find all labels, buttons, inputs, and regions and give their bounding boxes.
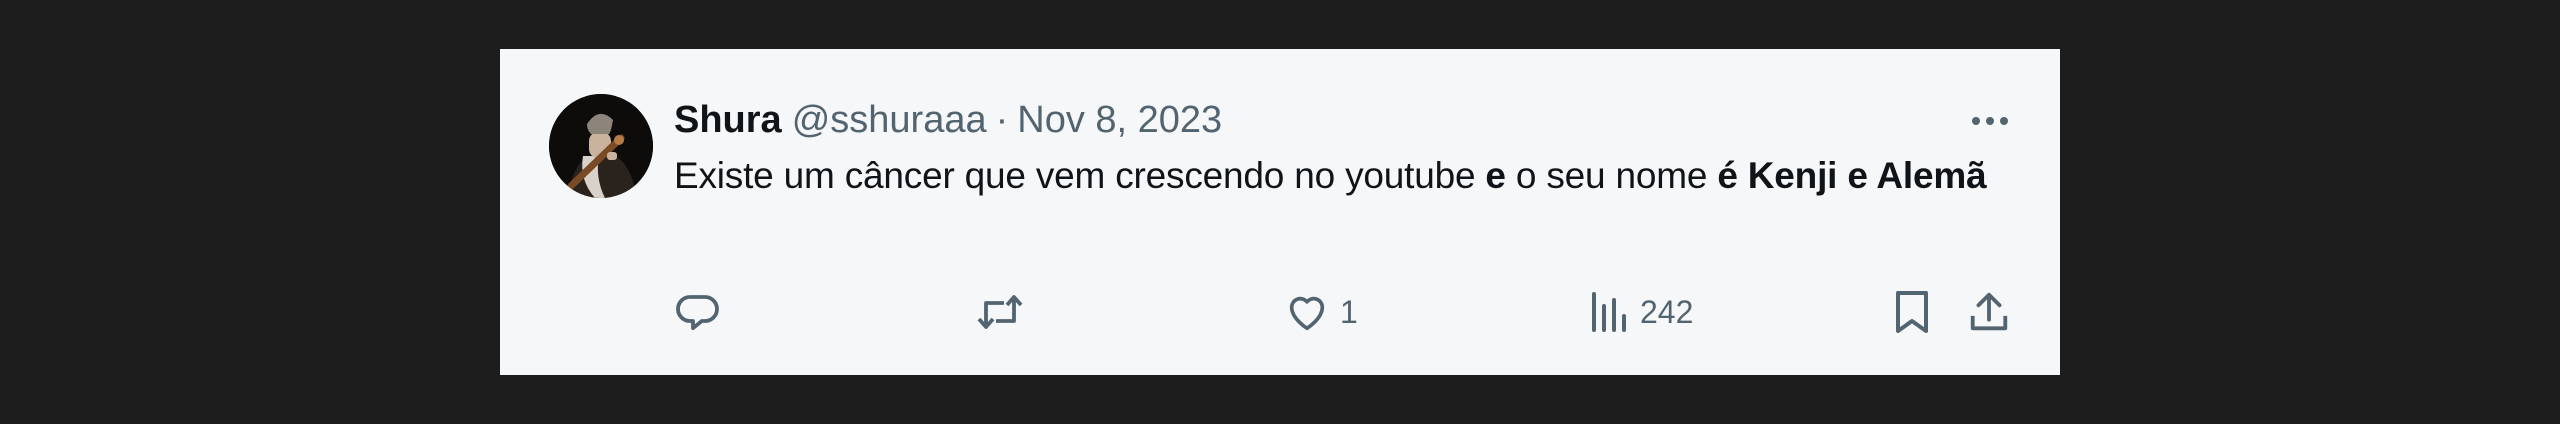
- tweet-text-part: o seu nome: [1505, 155, 1718, 196]
- like-count: 1: [1340, 293, 1358, 330]
- views-count: 242: [1640, 293, 1694, 330]
- share-button[interactable]: [1966, 281, 2012, 343]
- retweet-icon: [977, 295, 1023, 329]
- share-icon: [1970, 292, 2008, 331]
- tweet-meta: @sshuraaa · Nov 8, 2023: [792, 97, 1222, 143]
- tweet-header: Shura @sshuraaa · Nov 8, 2023: [674, 97, 1222, 143]
- tweet-text-bold: é Kenji e Alemã: [1717, 155, 1987, 196]
- tweet-text-bold: e: [1485, 155, 1506, 196]
- more-dots-icon: [1972, 117, 2008, 125]
- retweet-button[interactable]: [974, 281, 1026, 343]
- reply-button[interactable]: [674, 281, 722, 343]
- avatar[interactable]: [549, 94, 653, 198]
- display-name[interactable]: Shura: [674, 97, 782, 143]
- views-button[interactable]: 242: [1586, 281, 1693, 343]
- tweet-text-part: Existe um câncer que vem crescendo no yo…: [674, 155, 1486, 196]
- more-options-button[interactable]: [1960, 101, 2020, 141]
- tweet-text: Existe um câncer que vem crescendo no yo…: [674, 149, 2004, 203]
- like-button[interactable]: 1: [1284, 281, 1358, 343]
- bookmark-button[interactable]: [1890, 281, 1934, 343]
- user-handle[interactable]: @sshuraaa: [792, 99, 987, 141]
- views-bar-icon: [1592, 292, 1626, 332]
- tweet-card[interactable]: Shura @sshuraaa · Nov 8, 2023 Existe um câ…: [500, 49, 2060, 375]
- bookmark-icon: [1896, 291, 1928, 333]
- heart-icon: [1289, 296, 1325, 331]
- meta-separator: ·: [995, 99, 1009, 141]
- tweet-date[interactable]: Nov 8, 2023: [1017, 99, 1222, 141]
- reply-icon: [676, 295, 719, 331]
